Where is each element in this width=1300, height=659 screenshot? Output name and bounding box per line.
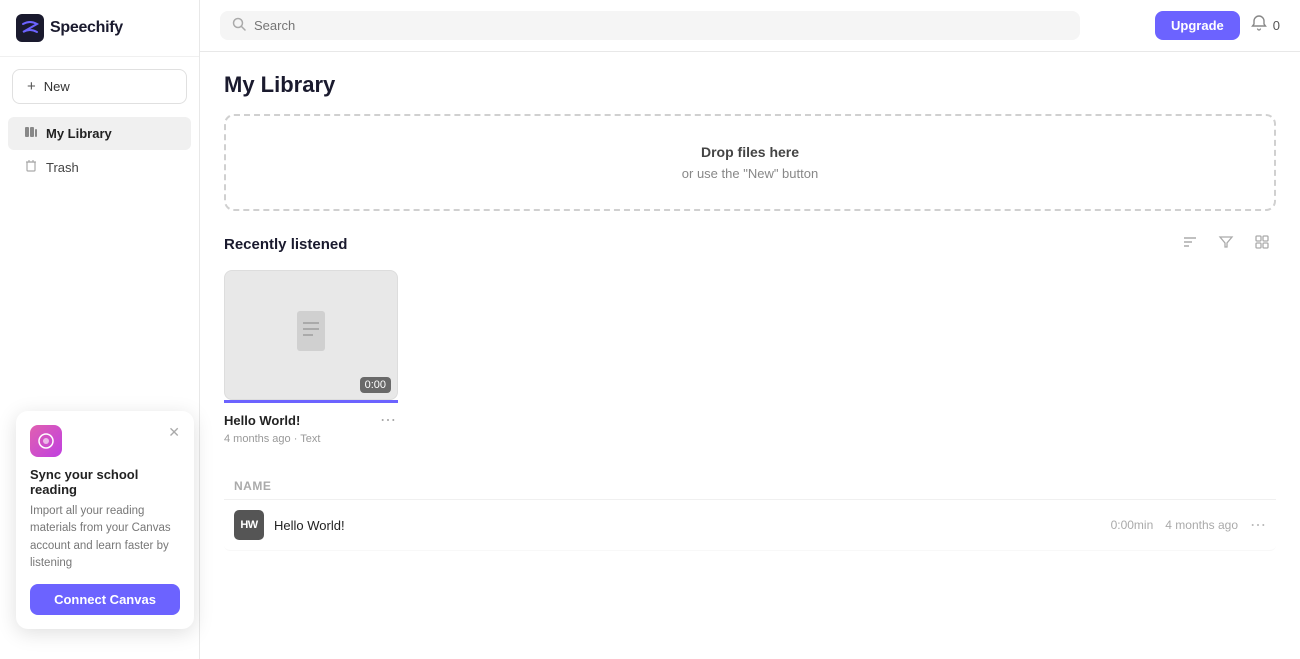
table-header: Name xyxy=(224,473,1276,500)
row-icon: HW xyxy=(234,510,264,540)
filter-button[interactable] xyxy=(1212,231,1240,258)
popup-close-button[interactable]: ✕ xyxy=(168,425,180,439)
card-title-text: Hello World! xyxy=(224,413,300,428)
new-button-label: New xyxy=(44,79,70,94)
card-hello-world[interactable]: 0:00 Hello World! ⋯ 4 months ago · Text xyxy=(224,270,398,445)
library-icon xyxy=(24,125,38,142)
row-more-button[interactable]: ⋯ xyxy=(1250,515,1266,535)
row-duration: 0:00min xyxy=(1111,518,1154,532)
main-content: My Library Drop files here or use the "N… xyxy=(200,52,1300,659)
popup-title: Sync your school reading xyxy=(30,467,180,497)
header-right: Upgrade 0 xyxy=(1155,11,1280,40)
card-thumbnail: 0:00 xyxy=(224,270,398,400)
top-header: Upgrade 0 xyxy=(200,0,1300,52)
card-progress-bar xyxy=(224,400,398,403)
card-duration-badge: 0:00 xyxy=(360,377,391,393)
recently-listened-header: Recently listened xyxy=(224,231,1276,258)
page-title: My Library xyxy=(224,72,1276,98)
sidebar-nav: My Library Trash xyxy=(0,112,199,189)
upgrade-button[interactable]: Upgrade xyxy=(1155,11,1240,40)
sidebar-item-my-library[interactable]: My Library xyxy=(8,117,191,150)
trash-icon xyxy=(24,159,38,176)
notification-badge[interactable]: 0 xyxy=(1250,14,1280,37)
canvas-sync-popup: ✕ Sync your school reading Import all yo… xyxy=(16,411,194,629)
logo-text: Speechify xyxy=(50,19,123,37)
document-icon xyxy=(291,309,331,362)
canvas-icon xyxy=(30,425,62,457)
main-area: Upgrade 0 My Library Drop files here or … xyxy=(200,0,1300,659)
card-meta: 4 months ago · Text xyxy=(224,433,398,445)
popup-header: ✕ xyxy=(30,425,180,457)
plus-icon: + xyxy=(27,78,36,95)
sidebar-item-label: Trash xyxy=(46,160,79,175)
search-input[interactable] xyxy=(254,18,1068,33)
table-row[interactable]: HW Hello World! 0:00min 4 months ago ⋯ xyxy=(224,500,1276,551)
recently-listened-title: Recently listened xyxy=(224,236,347,253)
drop-zone-subtitle: or use the "New" button xyxy=(682,166,818,181)
row-name: Hello World! xyxy=(274,518,1111,533)
speechify-logo-icon xyxy=(16,14,44,42)
popup-description: Import all your reading materials from y… xyxy=(30,503,180,572)
grid-view-button[interactable] xyxy=(1248,231,1276,258)
new-button[interactable]: + New xyxy=(12,69,187,104)
card-more-button[interactable]: ⋯ xyxy=(378,410,398,430)
col-name-header: Name xyxy=(234,479,1266,493)
drop-zone-title: Drop files here xyxy=(701,144,799,160)
search-icon xyxy=(232,17,246,34)
notification-count: 0 xyxy=(1273,18,1280,33)
toolbar-icons xyxy=(1176,231,1276,258)
card-age: 4 months ago xyxy=(224,433,291,445)
search-bar[interactable] xyxy=(220,11,1080,40)
sidebar-item-label: My Library xyxy=(46,126,112,141)
table-section: Name HW Hello World! 0:00min 4 months ag… xyxy=(224,473,1276,551)
card-title: Hello World! ⋯ xyxy=(224,410,398,430)
connect-canvas-button[interactable]: Connect Canvas xyxy=(30,584,180,615)
card-type: Text xyxy=(300,433,320,445)
cards-row: 0:00 Hello World! ⋯ 4 months ago · Text xyxy=(224,270,1276,445)
sidebar-item-trash[interactable]: Trash xyxy=(8,151,191,184)
row-age: 4 months ago xyxy=(1165,518,1238,532)
bell-icon xyxy=(1250,14,1268,37)
drop-zone[interactable]: Drop files here or use the "New" button xyxy=(224,114,1276,211)
sort-button[interactable] xyxy=(1176,231,1204,258)
logo: Speechify xyxy=(0,0,199,57)
